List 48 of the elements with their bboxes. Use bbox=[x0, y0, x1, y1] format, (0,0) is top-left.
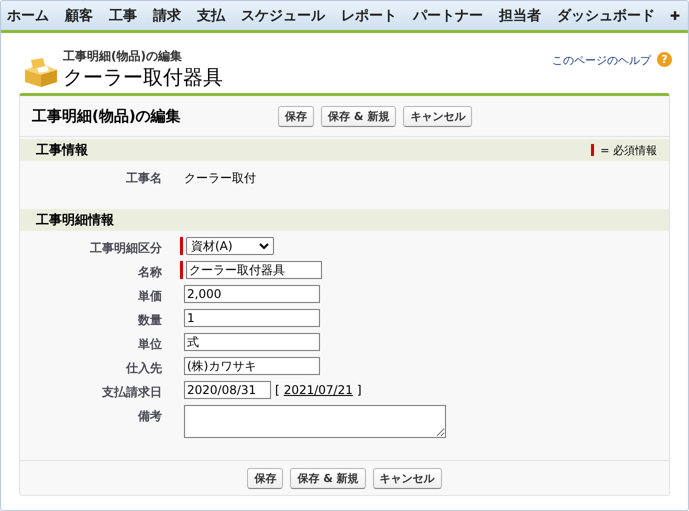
input-field[interactable]: クーラー取付器具 bbox=[186, 261, 322, 279]
nav-tab[interactable]: 工事 bbox=[101, 6, 145, 24]
field-label: 名称 bbox=[136, 264, 162, 281]
field-label: 数量 bbox=[136, 312, 162, 329]
nav-tab[interactable]: ダッシュボード bbox=[549, 6, 663, 24]
field-label: 備考 bbox=[136, 408, 162, 425]
nav-tab[interactable]: ホーム bbox=[5, 6, 57, 24]
more-tabs-button[interactable]: ✚ bbox=[666, 8, 684, 22]
bracket: [ bbox=[275, 383, 280, 397]
field-label: 単価 bbox=[137, 288, 162, 305]
required-marker bbox=[591, 144, 594, 156]
form-button[interactable]: 保存 & 新規 bbox=[321, 106, 396, 126]
nav-tab[interactable]: レポート bbox=[333, 6, 405, 24]
input-field[interactable]: 式 bbox=[184, 333, 320, 351]
chevron-icon bbox=[259, 242, 269, 250]
page-title: クーラー取付器具 bbox=[63, 64, 223, 88]
nav-tab[interactable]: 支払 bbox=[189, 6, 233, 24]
field-label: 支払請求日 bbox=[101, 384, 162, 401]
text-area[interactable] bbox=[184, 405, 446, 438]
input-field[interactable]: 1 bbox=[184, 309, 320, 327]
help-link[interactable]: このページのヘルプ bbox=[552, 53, 651, 68]
bracket: ] bbox=[356, 383, 362, 397]
form-button[interactable]: 保存 bbox=[278, 106, 314, 126]
field-label: 工事明細区分 bbox=[89, 240, 162, 257]
field-label: 工事名 bbox=[125, 170, 162, 187]
dropdown[interactable]: 資材(A) bbox=[186, 237, 274, 255]
form-button[interactable]: 保存 bbox=[247, 468, 284, 489]
date-link[interactable]: 2021/07/21 bbox=[284, 383, 353, 397]
form-button[interactable]: キャンセル bbox=[403, 106, 472, 126]
box-icon bbox=[23, 56, 59, 88]
nav-tab[interactable]: 請求 bbox=[145, 6, 189, 24]
nav-tab[interactable]: 担当者 bbox=[491, 6, 549, 24]
nav-tab[interactable]: 顧客 bbox=[57, 6, 101, 24]
form-button[interactable]: キャンセル bbox=[372, 468, 442, 489]
input-field[interactable]: 2,000 bbox=[184, 285, 320, 303]
page-subtitle: 工事明細(物品)の編集 bbox=[63, 48, 183, 64]
field-label: 単位 bbox=[137, 336, 162, 353]
required-legend: = 必須情報 bbox=[600, 142, 657, 158]
nav-tab[interactable]: パートナー bbox=[405, 6, 491, 24]
field-value: クーラー取付 bbox=[184, 170, 256, 187]
field-label: 仕入先 bbox=[124, 360, 162, 377]
section-title: 工事情報 bbox=[36, 142, 88, 159]
nav-tab[interactable]: スケジュール bbox=[233, 6, 333, 24]
section-title: 工事明細情報 bbox=[36, 212, 114, 229]
panel-title: 工事明細(物品)の編集 bbox=[32, 106, 182, 126]
date-field[interactable]: 2020/08/31 bbox=[184, 381, 271, 399]
input-field[interactable]: (株)カワサキ bbox=[184, 357, 320, 375]
form-button[interactable]: 保存 & 新規 bbox=[290, 468, 366, 489]
